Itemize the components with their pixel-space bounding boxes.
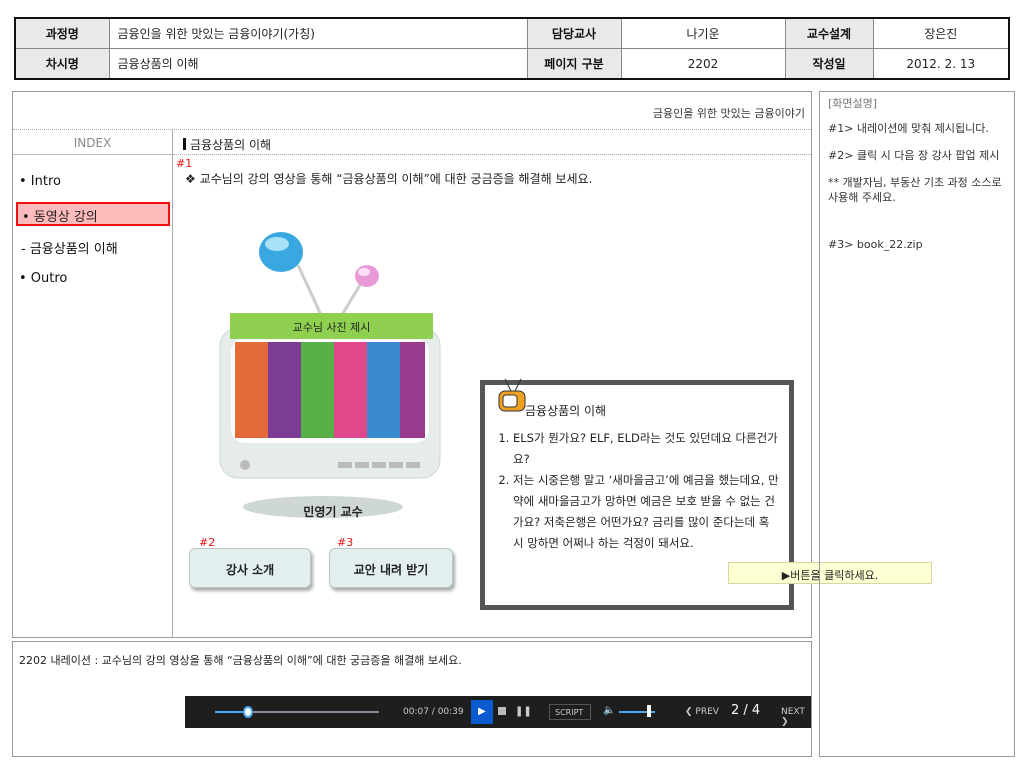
session-label: 차시명 bbox=[14, 48, 110, 80]
course-value: 금융인을 위한 맛있는 금융이야기(가칭) bbox=[108, 17, 528, 49]
tv-photo-label: 교수님 사진 제시 bbox=[230, 313, 433, 339]
teacher-value: 나기운 bbox=[620, 17, 786, 49]
page-value: 2202 bbox=[620, 48, 786, 80]
note-item: #3> book_22.zip bbox=[828, 238, 923, 251]
tv-illustration bbox=[219, 232, 441, 518]
note-item: ** 개발자님, 부동산 기초 과정 소스로 사용해 주세요. bbox=[828, 176, 1002, 204]
index-sidebar: INDEX • Intro • 동영상 강의 - 금융상품의 이해 • Outr… bbox=[13, 130, 173, 638]
notes-label: [화면설명] bbox=[828, 97, 878, 110]
marker-1: #1 bbox=[176, 157, 193, 170]
content-title: 금융상품의 이해 bbox=[173, 130, 811, 155]
instruction-text: ❖ 교수님의 강의 영상을 통해 “금융상품의 이해”에 대한 궁금증을 해결해… bbox=[185, 172, 593, 186]
notes-panel: [화면설명] #1> 내레이션에 맞춰 제시됩니다. #2> 클릭 시 다음 장… bbox=[819, 91, 1015, 757]
nav-video-lecture[interactable]: • 동영상 강의 bbox=[16, 202, 170, 226]
question-list: ELS가 뭔가요? ELF, ELD라는 것도 있던데요 다른건가요? 저는 시… bbox=[495, 428, 779, 554]
note-item: #1> 내레이션에 맞춰 제시됩니다. bbox=[828, 122, 989, 135]
index-title: INDEX bbox=[13, 130, 172, 155]
header-table: 과정명 금융인을 위한 맛있는 금융이야기(가칭) 담당교사 나기운 교수설계 … bbox=[14, 17, 1010, 80]
narration-box: 2202 내레이션 : 교수님의 강의 영상을 통해 “금융상품의 이해”에 대… bbox=[12, 641, 812, 757]
content-area: 금융상품의 이해 #1 ❖ 교수님의 강의 영상을 통해 “금융상품의 이해”에… bbox=[173, 130, 811, 728]
teacher-label: 담당교사 bbox=[526, 17, 622, 49]
session-value: 금융상품의 이해 bbox=[108, 48, 528, 80]
screen-frame: 금융인을 위한 맛있는 금융이야기 INDEX • Intro • 동영상 강의… bbox=[12, 91, 812, 728]
date-value: 2012. 2. 13 bbox=[872, 48, 1010, 80]
nav-intro[interactable]: • Intro bbox=[19, 174, 61, 189]
download-notes-button[interactable]: 교안 내려 받기 bbox=[329, 548, 453, 588]
professor-name: 민영기 교수 bbox=[303, 505, 363, 519]
title-bar-icon bbox=[183, 138, 186, 150]
tv-icon bbox=[498, 378, 526, 412]
note-item: #2> 클릭 시 다음 장 강사 팝업 제시 bbox=[828, 149, 1000, 162]
bubble-title: 금융상품의 이해 bbox=[525, 404, 607, 418]
nav-outro[interactable]: • Outro bbox=[19, 271, 67, 286]
design-label: 교수설계 bbox=[784, 17, 874, 49]
date-label: 작성일 bbox=[784, 48, 874, 80]
design-value: 장은진 bbox=[872, 17, 1010, 49]
nav-finance-products[interactable]: - 금융상품의 이해 bbox=[21, 238, 118, 257]
question-item: ELS가 뭔가요? ELF, ELD라는 것도 있던데요 다른건가요? bbox=[513, 428, 779, 470]
instructor-intro-button[interactable]: 강사 소개 bbox=[189, 548, 311, 588]
page-label: 페이지 구분 bbox=[526, 48, 622, 80]
question-item: 저는 시중은행 말고 ‘새마을금고’에 예금을 했는데요, 만약에 새마을금고가… bbox=[513, 470, 779, 554]
course-label: 과정명 bbox=[14, 17, 110, 49]
content-title-text: 금융상품의 이해 bbox=[190, 138, 272, 152]
course-subtitle: 금융인을 위한 맛있는 금융이야기 bbox=[13, 92, 811, 130]
